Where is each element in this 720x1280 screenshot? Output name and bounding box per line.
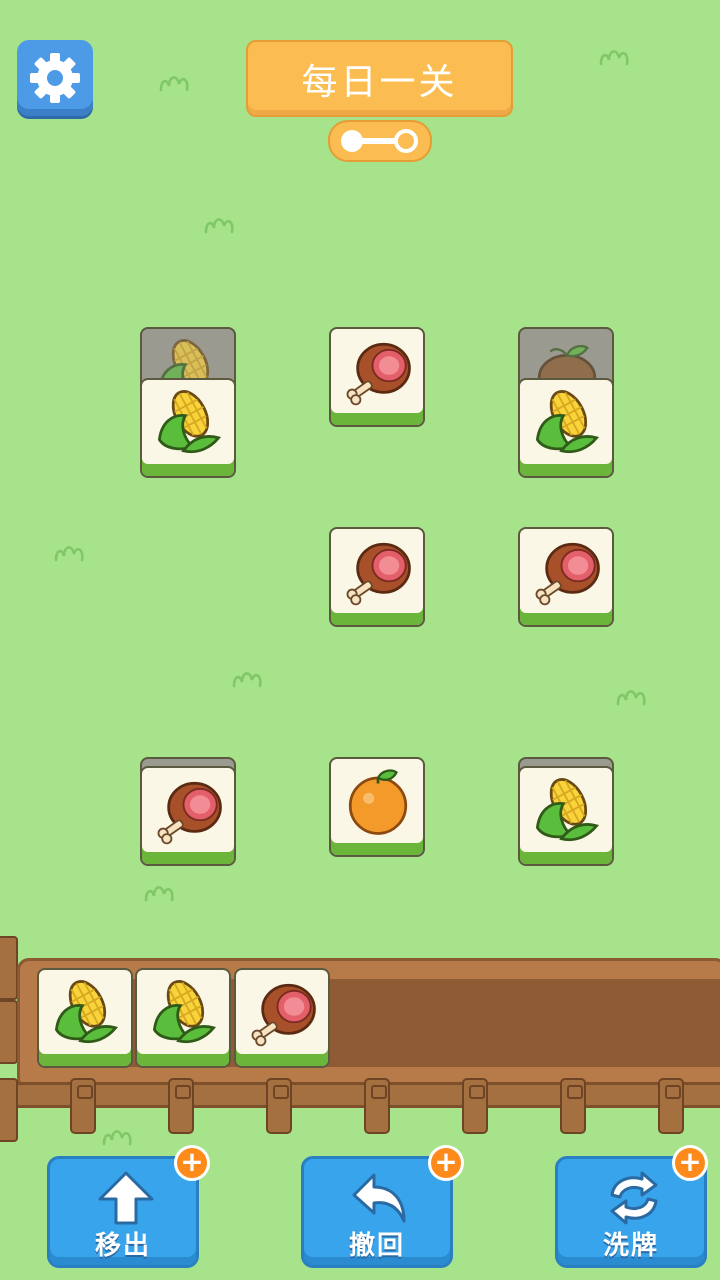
corn-icon: [528, 774, 606, 848]
tray-slot-tile: [37, 968, 133, 1068]
fence-post: [364, 1078, 390, 1134]
arrow-up-icon: [98, 1171, 154, 1225]
key-indicator: [328, 120, 432, 162]
corn-icon: [47, 976, 125, 1050]
board-tile[interactable]: [140, 766, 236, 866]
tray-slot-tile: [234, 968, 330, 1068]
fence-post: [560, 1078, 586, 1134]
orange-icon: [339, 765, 417, 839]
undo-label: 撤回: [348, 1231, 405, 1261]
move-out-label: 移出: [94, 1231, 151, 1261]
grass-decoration: [230, 666, 274, 688]
corn-icon: [528, 386, 606, 460]
ham-icon: [150, 774, 228, 848]
shuffle-icon: [610, 1171, 658, 1225]
fence-rail: [0, 1082, 720, 1108]
corn-icon: [150, 386, 228, 460]
board-tile[interactable]: [518, 766, 614, 866]
grass-decoration: [157, 70, 201, 92]
tray-slot-tile: [135, 968, 231, 1068]
shuffle-button[interactable]: 洗牌 +: [555, 1145, 708, 1268]
undo-arrow-icon: [352, 1173, 406, 1223]
ham-icon: [528, 535, 606, 609]
board-tile[interactable]: [518, 527, 614, 627]
grass-decoration: [52, 540, 96, 562]
fence-post: [0, 936, 18, 1000]
grass-decoration: [142, 880, 186, 902]
board-tile[interactable]: [140, 378, 236, 478]
board-tile[interactable]: [329, 527, 425, 627]
board-tile[interactable]: [329, 327, 425, 427]
grass-decoration: [100, 1124, 144, 1146]
ham-icon: [339, 335, 417, 409]
plus-badge[interactable]: +: [174, 1145, 210, 1181]
grass-decoration: [614, 684, 658, 706]
fence-post: [70, 1078, 96, 1134]
move-out-button[interactable]: 移出 +: [47, 1145, 210, 1268]
ham-icon: [244, 976, 322, 1050]
board-tile[interactable]: [518, 378, 614, 478]
level-title: 每日一关: [301, 61, 458, 103]
ham-icon: [339, 535, 417, 609]
fence-post: [462, 1078, 488, 1134]
fence-post: [0, 1000, 18, 1064]
undo-button[interactable]: 撤回 +: [301, 1145, 464, 1268]
fence-post: [658, 1078, 684, 1134]
fence-post: [0, 1078, 18, 1142]
key-icon: [341, 129, 418, 153]
grass-decoration: [597, 44, 641, 66]
board-tile[interactable]: [329, 757, 425, 857]
fence-post: [266, 1078, 292, 1134]
gear-icon: [30, 53, 80, 103]
plus-badge[interactable]: +: [428, 1145, 464, 1181]
level-title-banner: 每日一关: [246, 40, 513, 117]
corn-icon: [145, 976, 223, 1050]
plus-badge[interactable]: +: [672, 1145, 708, 1181]
grass-decoration: [202, 212, 246, 234]
shuffle-label: 洗牌: [602, 1231, 659, 1261]
settings-button[interactable]: [17, 40, 93, 116]
fence-post: [168, 1078, 194, 1134]
